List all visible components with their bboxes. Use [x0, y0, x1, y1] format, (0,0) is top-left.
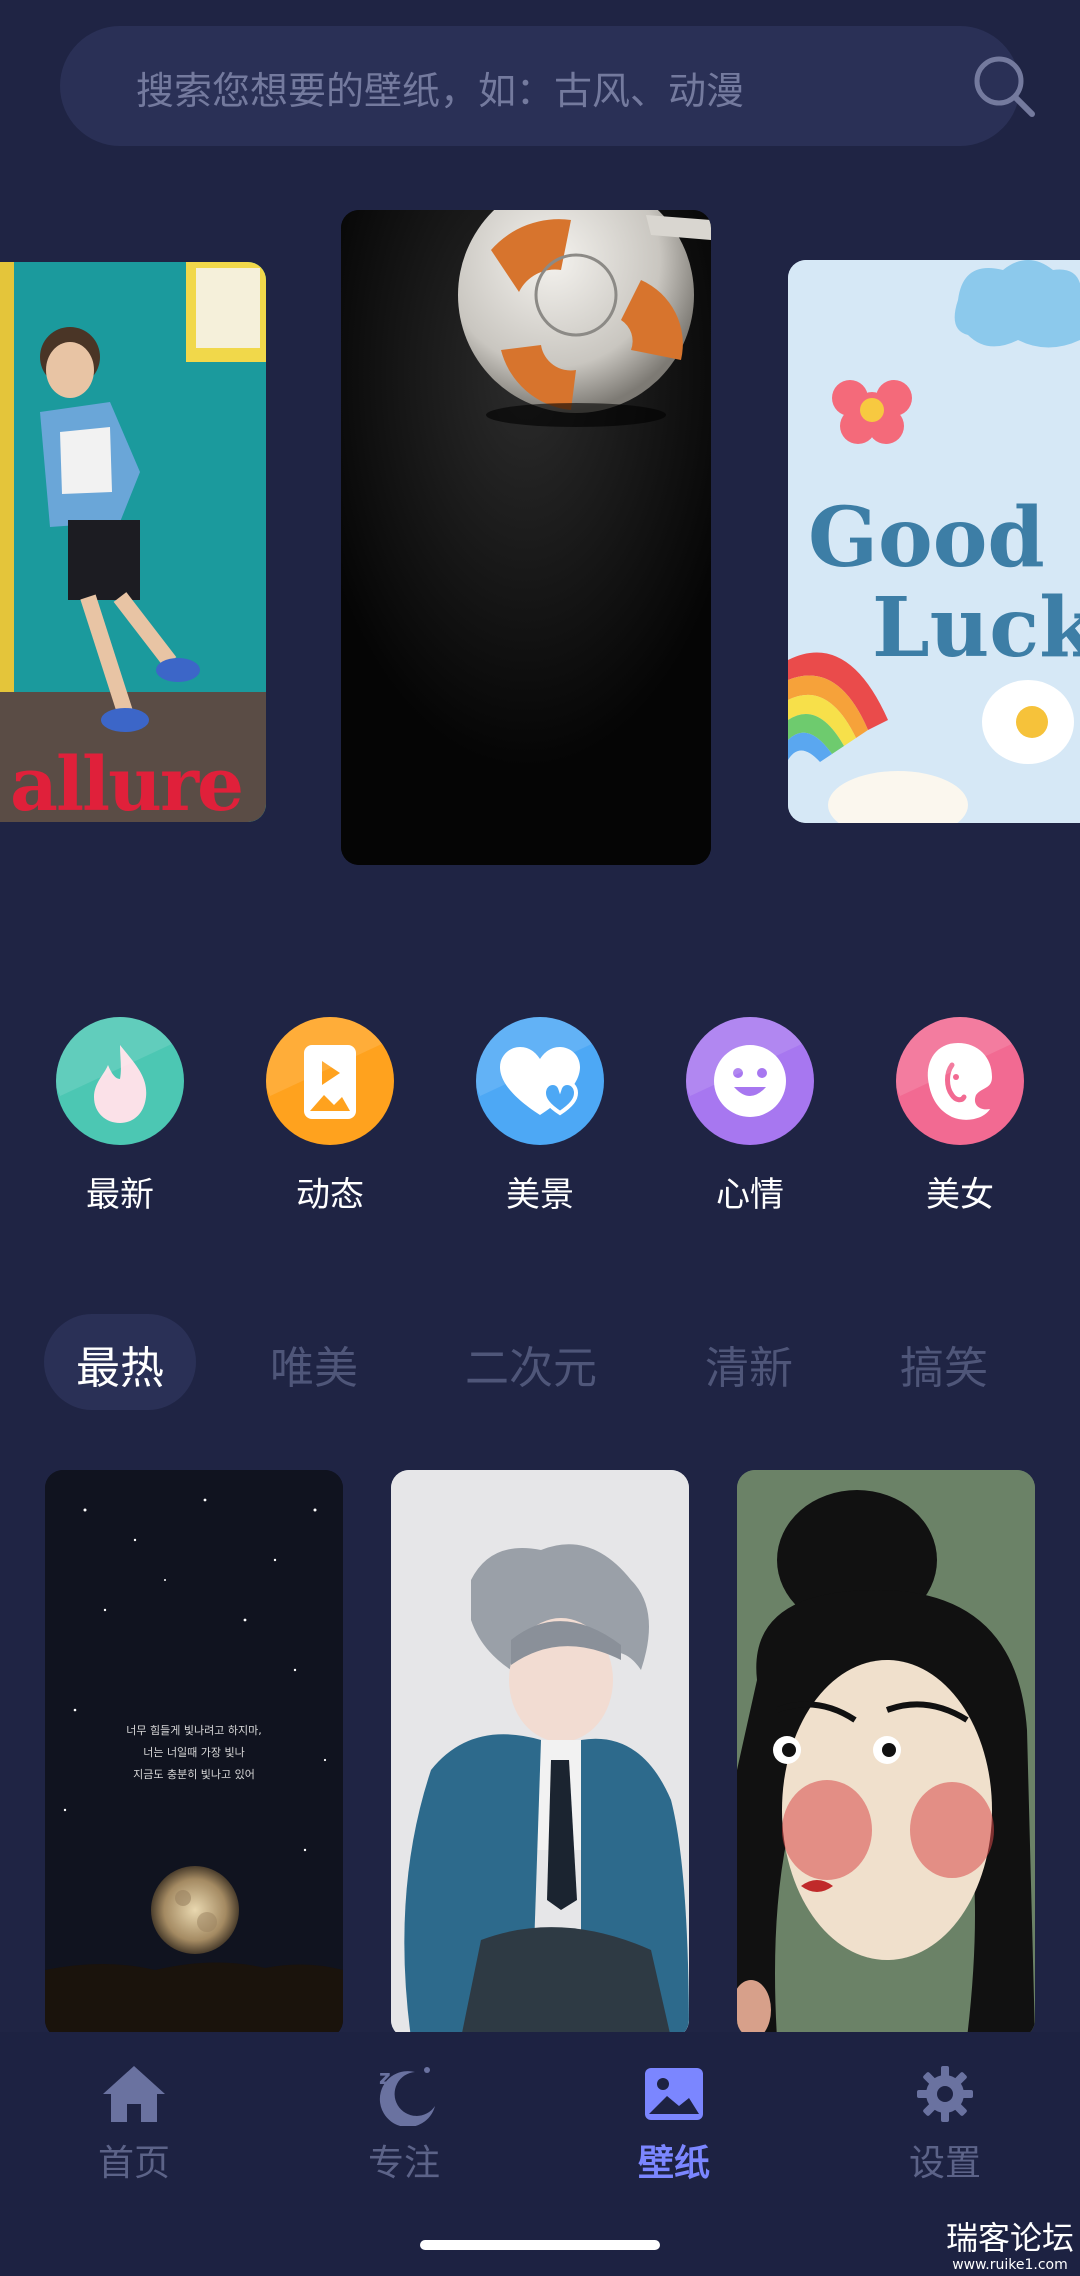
watermark-url: www.ruike1.com [952, 2257, 1068, 2273]
moon-quote: 너무 힘들게 빛나려고 하지마, 너는 너일때 가장 빛나 지금도 충분히 빛나… [45, 1720, 343, 1786]
moon-icon: z [379, 2065, 435, 2128]
banner-center-image [341, 210, 711, 865]
smile-icon[interactable] [686, 1017, 814, 1145]
svg-text:z: z [379, 2065, 391, 2089]
nav-wallpaper[interactable]: 壁纸 [574, 2062, 774, 2186]
gear-icon [917, 2066, 973, 2122]
banner-card-center[interactable] [341, 210, 711, 865]
woman-face-icon[interactable] [896, 1017, 1024, 1145]
nav-label: 首页 [97, 2143, 170, 2184]
image-icon [645, 2068, 703, 2120]
phone-play-icon[interactable] [266, 1017, 394, 1145]
moon-quote-line: 너무 힘들게 빛나려고 하지마, [126, 1724, 262, 1737]
category-label: 美女 [926, 1175, 994, 1215]
category-newest[interactable]: 最新 [45, 1017, 195, 1216]
watermark: 瑞客论坛 www.ruike1.com [946, 2222, 1074, 2272]
category-label: 动态 [296, 1175, 364, 1215]
category-mood[interactable]: 心情 [675, 1017, 825, 1216]
category-label: 心情 [716, 1175, 784, 1215]
nav-home[interactable]: 首页 [34, 2062, 234, 2186]
home-indicator[interactable] [420, 2240, 660, 2250]
category-label: 最新 [86, 1175, 154, 1215]
banner-card-left[interactable]: allure [0, 262, 266, 822]
tab-aesthetic[interactable]: 唯美 [270, 1332, 358, 1396]
wallpaper-thumb-funny[interactable] [737, 1470, 1035, 2038]
banner-card-right[interactable]: Good Luck [788, 260, 1080, 823]
search-placeholder[interactable]: 搜索您想要的壁纸，如：古风、动漫 [136, 60, 744, 115]
nav-label: 专注 [367, 2143, 440, 2184]
anime-wallpaper-image [391, 1470, 689, 2038]
search-icon[interactable] [972, 54, 1036, 118]
nav-label: 设置 [908, 2143, 981, 2184]
tab-fresh[interactable]: 清新 [705, 1332, 793, 1396]
funny-wallpaper-image [737, 1470, 1035, 2038]
tab-funny[interactable]: 搞笑 [900, 1332, 988, 1396]
nav-focus[interactable]: z 专注 [304, 2062, 504, 2186]
tab-anime[interactable]: 二次元 [465, 1332, 597, 1396]
home-icon [103, 2066, 165, 2122]
moon-quote-line: 지금도 충분히 빛나고 있어 [133, 1768, 255, 1781]
banner-right-text-luck: Luck [872, 580, 1080, 676]
tab-hottest[interactable]: 最热 [76, 1332, 164, 1396]
category-beauty[interactable]: 美女 [885, 1017, 1035, 1216]
heart-icon[interactable] [476, 1017, 604, 1145]
wallpaper-thumb-anime[interactable] [391, 1470, 689, 2038]
nav-label: 壁纸 [637, 2143, 710, 2184]
search-bar[interactable]: 搜索您想要的壁纸，如：古风、动漫 [60, 26, 1035, 146]
banner-left-logo: allure [10, 742, 244, 822]
moon-quote-line: 너는 너일때 가장 빛나 [143, 1746, 245, 1759]
category-dynamic[interactable]: 动态 [255, 1017, 405, 1216]
category-label: 美景 [506, 1175, 574, 1215]
banner-right-text-good: Good [808, 490, 1045, 586]
banner-left-image [0, 262, 266, 822]
watermark-title: 瑞客论坛 [945, 2219, 1074, 2257]
wallpaper-thumb-moon[interactable]: 너무 힘들게 빛나려고 하지마, 너는 너일때 가장 빛나 지금도 충분히 빛나… [45, 1470, 343, 2038]
nav-settings[interactable]: 设置 [845, 2062, 1045, 2186]
category-scenery[interactable]: 美景 [465, 1017, 615, 1216]
flame-icon[interactable] [56, 1017, 184, 1145]
